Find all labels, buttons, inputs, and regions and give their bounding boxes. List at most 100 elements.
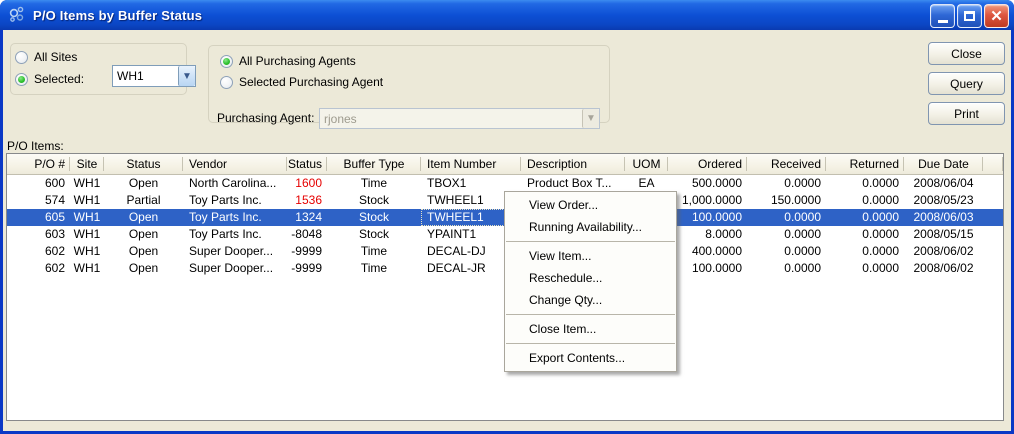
menu-separator [506,314,675,315]
window-title: P/O Items by Buffer Status [33,7,203,23]
purchasing-agent-combo: rjones ▼ [319,108,600,129]
table-cell: Toy Parts Inc. [189,193,262,207]
table-cell: 0.0000 [862,244,899,258]
column-header-description[interactable]: Description [521,154,625,174]
dialog-window: P/O Items by Buffer Status ✕ All Sites S… [0,0,1014,434]
column-header-received[interactable]: Received [747,154,826,174]
table-cell: TBOX1 [427,176,467,190]
menu-item-reschedule[interactable]: Reschedule... [505,267,676,289]
maximize-button[interactable] [957,4,982,28]
purchasing-agent-value: rjones [324,111,357,126]
table-cell: -8048 [291,227,322,241]
table-cell: EA [638,176,655,190]
column-header-item-number[interactable]: Item Number [421,154,521,174]
table-cell: 0.0000 [862,227,899,241]
table-cell: Open [128,176,159,190]
table-cell: Super Dooper... [189,244,274,258]
table-cell: 605 [44,210,65,224]
chevron-down-icon[interactable]: ▼ [178,66,195,86]
purchasing-agent-label: Purchasing Agent: [217,111,315,125]
query-button[interactable]: Query [928,72,1005,95]
table-cell: 602 [44,244,65,258]
print-button[interactable]: Print [928,102,1005,125]
menu-item-change-qty[interactable]: Change Qty... [505,289,676,311]
all-sites-label: All Sites [34,50,78,64]
table-cell: WH1 [73,227,101,241]
table-cell: WH1 [73,176,101,190]
column-header-returned[interactable]: Returned [826,154,904,174]
context-menu: View Order... Running Availability... View… [504,191,677,372]
column-header-buffer-type[interactable]: Buffer Type [327,154,421,174]
table-row[interactable]: 600 WH1 Open North Carolina... 1600 Time TBOX1… [7,175,1003,192]
menu-item-view-item[interactable]: View Item... [505,245,676,267]
selected-site-label: Selected: [34,72,85,86]
table-cell: 574 [44,193,65,207]
table-cell: 2008/05/23 [913,193,974,207]
all-agents-radio[interactable] [220,54,233,68]
menu-item-view-order[interactable]: View Order... [505,194,676,216]
table-cell: 500.0000 [691,176,742,190]
table-cell: Open [128,261,159,275]
column-header-uom[interactable]: UOM [625,154,668,174]
table-cell: WH1 [73,210,101,224]
table-cell: 0.0000 [784,261,821,275]
table-cell-filler [983,243,1003,260]
table-cell: 0.0000 [862,193,899,207]
table-cell: 100.0000 [691,210,742,224]
table-cell: 8.0000 [705,227,742,241]
column-header-due-date[interactable]: Due Date [904,154,983,174]
table-cell: Stock [358,193,389,207]
column-header-filler [983,154,1003,174]
close-button[interactable]: Close [928,42,1005,65]
table-cell: Open [128,227,159,241]
table-cell: Time [360,261,388,275]
table-cell: 2008/06/04 [913,176,974,190]
table-cell: 2008/06/03 [913,210,974,224]
maximize-icon [964,11,975,21]
table-cell: Partial [126,193,161,207]
all-sites-radio[interactable] [15,50,28,64]
table-cell: 602 [44,261,65,275]
menu-separator [506,241,675,242]
all-agents-label: All Purchasing Agents [239,54,356,68]
menu-item-export-contents[interactable]: Export Contents... [505,347,676,369]
column-header-status[interactable]: Status [287,154,327,174]
table-cell-filler [983,226,1003,243]
menu-item-running-availability[interactable]: Running Availability... [505,216,676,238]
table-cell-filler [983,175,1003,192]
list-caption: P/O Items: [7,139,64,153]
selected-site-radio[interactable] [15,72,28,86]
table-cell: 0.0000 [784,227,821,241]
minimize-button[interactable] [930,4,955,28]
site-combo[interactable]: WH1 ▼ [112,65,196,87]
table-cell: Product Box T... [527,176,612,190]
table-cell: 600 [44,176,65,190]
table-cell: 0.0000 [862,176,899,190]
column-header-status[interactable]: Status [104,154,183,174]
table-cell: 1,000.0000 [681,193,742,207]
table-cell-filler [983,260,1003,277]
table-cell: Toy Parts Inc. [189,227,262,241]
column-header-site[interactable]: Site [70,154,104,174]
table-cell: 0.0000 [784,244,821,258]
dialog-content: All Sites Selected: WH1 ▼ All Purchasing… [3,30,1011,431]
table-cell: 2008/06/02 [913,244,974,258]
table-cell: Stock [358,210,389,224]
table-cell: 2008/05/15 [913,227,974,241]
selected-agent-radio[interactable] [220,75,233,89]
table-cell: WH1 [73,261,101,275]
table-cell: 0.0000 [862,261,899,275]
column-header-ordered[interactable]: Ordered [668,154,747,174]
table-cell: 0.0000 [862,210,899,224]
site-combo-value: WH1 [117,69,144,83]
column-header-p-o-[interactable]: P/O # [7,154,70,174]
table-cell: -9999 [291,261,322,275]
menu-item-close-item[interactable]: Close Item... [505,318,676,340]
table-cell: 1600 [295,176,322,190]
agent-filter-group: All Purchasing Agents Selected Purchasin… [208,45,610,129]
table-cell-filler [983,192,1003,209]
column-header-vendor[interactable]: Vendor [183,154,287,174]
titlebar[interactable]: P/O Items by Buffer Status ✕ [0,0,1014,30]
table-cell: 0.0000 [784,176,821,190]
close-window-button[interactable]: ✕ [984,4,1009,28]
